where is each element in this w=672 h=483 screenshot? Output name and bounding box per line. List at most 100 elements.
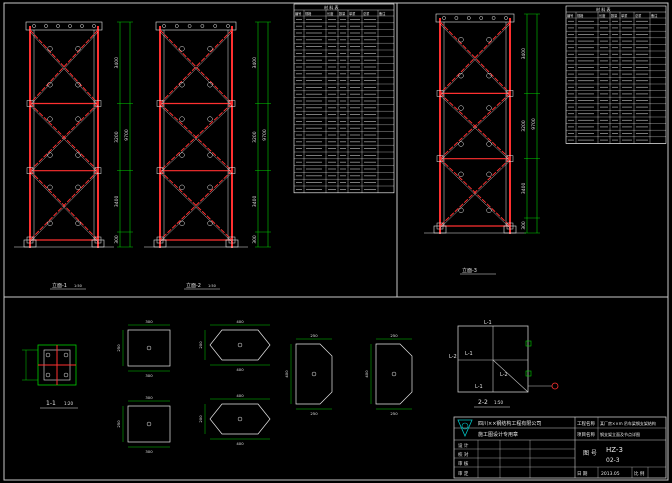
table-frame	[293, 3, 395, 194]
plate-dim-bottom: 250	[390, 411, 398, 416]
plate-dim-bottom: 400	[236, 441, 244, 446]
part-marker-icon	[207, 152, 213, 158]
table-header-cell: 编号	[295, 11, 301, 16]
bolt-hole	[80, 24, 84, 28]
date-label: 日 期	[577, 471, 588, 477]
sheet-border	[3, 2, 669, 481]
plate-outline	[209, 329, 271, 361]
table-header-cell: 编号	[567, 13, 573, 18]
bolt-hole	[442, 16, 446, 20]
part-marker-icon	[179, 116, 185, 122]
table-header-cell: 总重	[635, 13, 642, 18]
part-marker-icon	[458, 105, 464, 111]
scale-label: 比 例	[634, 470, 645, 477]
plan-label-top: L-1	[484, 320, 492, 326]
dimension-value: 300	[521, 221, 527, 230]
plate-dim-bottom: 300	[145, 373, 153, 378]
plate-dim-height: 250	[116, 420, 121, 428]
part-marker-icon	[486, 141, 492, 147]
bolt-hole	[44, 24, 48, 28]
part-marker-icon	[179, 220, 185, 227]
plate-dim-width: 250	[310, 333, 318, 338]
plate-hole-icon	[311, 371, 317, 377]
elevation-scale: 1:50	[208, 284, 216, 288]
plate-1: 300 300 250	[116, 319, 171, 378]
plate-hole-icon	[146, 421, 152, 427]
part-marker-icon	[207, 220, 213, 227]
plate-outline	[209, 403, 271, 435]
plate-4: 400 400 200	[198, 393, 271, 446]
table-header-cell: 单重	[621, 13, 628, 18]
bolt-hole	[226, 24, 230, 28]
part-marker-icon	[179, 46, 185, 52]
table-header-cell: 规格	[577, 13, 584, 18]
dimension-value: 3400	[114, 57, 120, 69]
project-value: 某厂房××m 吊车梁钢支架结构	[600, 420, 656, 426]
plate-2: 300 300 250	[116, 395, 171, 454]
part-marker-icon	[458, 207, 464, 213]
elevation-label: 立面-1	[52, 282, 67, 289]
sheet-number: 02-3	[606, 457, 620, 464]
table-title: 材 料 表	[596, 6, 611, 12]
plate-dim-height: 400	[364, 370, 369, 378]
part-marker-icon	[75, 116, 81, 122]
plate-hole-icon	[237, 342, 243, 348]
elevation-view-1: 3400 3200 3400 300 9700 立面-1 1:50	[14, 21, 133, 290]
plate-dim-bottom: 300	[145, 449, 153, 454]
plan-label-diag: L-2	[500, 372, 508, 378]
plate-dim-bottom: 250	[310, 411, 318, 416]
plate-dim-height: 200	[198, 415, 203, 423]
dimension-value: 3200	[521, 120, 527, 132]
part-marker-icon	[486, 105, 492, 111]
plate-dim-width: 300	[145, 395, 153, 400]
bolt-hole	[504, 16, 508, 20]
plate-outline	[127, 405, 171, 443]
drawing-no-label: 图 号	[583, 450, 597, 457]
plate-dim-width: 250	[390, 333, 398, 338]
company-name: 四川××钢结构工程有限公司	[478, 420, 541, 427]
plan-2-2-scale: 1:50	[494, 400, 503, 405]
table-header-cell: 备注	[379, 11, 386, 16]
part-marker-icon	[75, 46, 81, 52]
dimension-total: 9700	[124, 129, 130, 141]
part-marker-icon	[179, 184, 185, 191]
bolt-hole	[200, 24, 205, 28]
top-beam	[155, 21, 237, 31]
table-header-cell: 长度	[599, 13, 606, 18]
table-header-cell: 总重	[363, 11, 370, 16]
bolt-hole	[187, 24, 192, 28]
plate-dim-height: 200	[198, 341, 203, 349]
table-header-cell: 长度	[327, 11, 334, 16]
elevation-label: 立面-3	[462, 267, 477, 274]
dimension-value: 3400	[252, 195, 258, 207]
plate-dim-height: 250	[116, 344, 121, 352]
plan-label-mid: L-1	[465, 351, 473, 357]
plate-5: 250 250 400	[284, 333, 333, 416]
table-header-cell: 规格	[305, 11, 312, 16]
bolt-hole	[68, 24, 72, 28]
project-label: 工程名称	[577, 420, 595, 427]
table-header-cell: 数量	[611, 13, 618, 18]
part-marker-icon	[207, 184, 213, 191]
dimension-total: 9700	[262, 129, 268, 141]
part-marker-icon	[486, 37, 492, 43]
item-value: 钢支架立面及节点详图	[600, 431, 640, 437]
cad-drawing-sheet: 3400320034003009700立面-1 1:50 340032003400…	[3, 2, 669, 481]
company-subtitle: 施工图设计专用章	[478, 431, 518, 438]
elevation-view-2: 3400 3200 3400 300 9700 立面-2 1:50	[144, 21, 271, 290]
part-marker-icon	[458, 37, 464, 43]
material-table-1: 材 料 表编号 规格 长度 数量 单重 总重 备注	[293, 3, 395, 194]
plate-details: 3003002503003002504004002004004002002502…	[116, 319, 413, 454]
role-approve: 审 定	[458, 470, 469, 477]
plate-outline	[127, 329, 171, 367]
plate-hole-icon	[146, 345, 152, 351]
part-marker-icon	[458, 141, 464, 147]
dimension-value: 300	[114, 235, 120, 244]
plate-dim-bottom: 400	[236, 367, 244, 372]
part-marker-icon	[75, 152, 81, 158]
elevation-label: 立面-2	[186, 282, 201, 289]
top-beam	[435, 13, 515, 23]
bolt-hole	[466, 16, 471, 20]
plan-2-2-label: 2-2	[478, 399, 488, 406]
section-1-1-detail: 1-1 1:20	[22, 344, 78, 409]
